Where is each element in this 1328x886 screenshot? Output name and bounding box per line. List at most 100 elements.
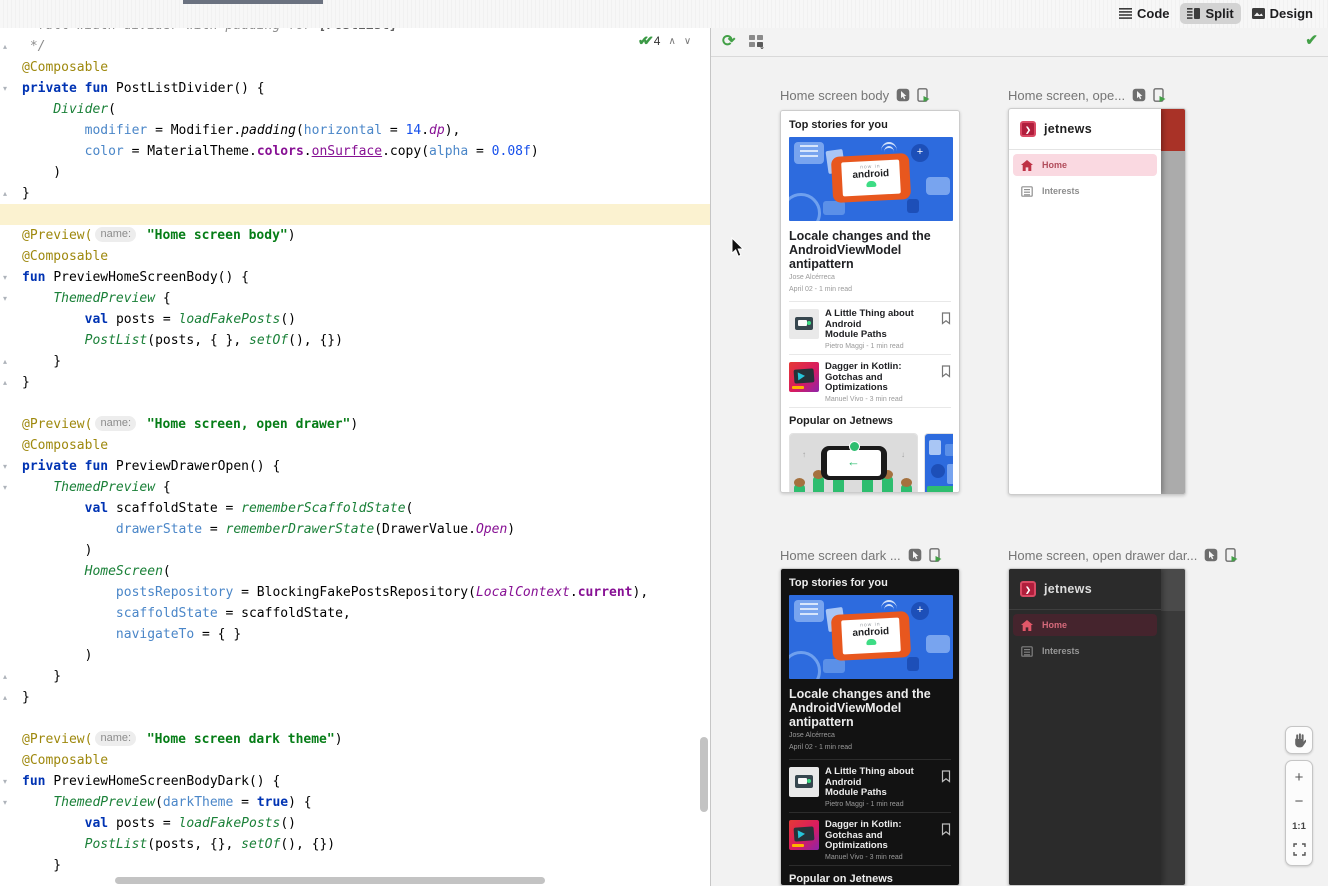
code-line[interactable]: } xyxy=(0,372,710,393)
fold-marker-collapse[interactable]: ▴ xyxy=(3,379,7,387)
code-line[interactable]: modifier = Modifier.padding(horizontal =… xyxy=(0,120,710,141)
fold-marker-expand[interactable]: ▾ xyxy=(3,85,7,93)
interactive-preview-icon[interactable] xyxy=(908,548,922,562)
code-line[interactable]: * full-width divider with padding for [P… xyxy=(0,28,710,36)
code-line[interactable]: val posts = loadFakePosts() xyxy=(0,309,710,330)
fold-marker-expand[interactable]: ▾ xyxy=(3,295,7,303)
fold-marker-expand[interactable]: ▾ xyxy=(3,484,7,492)
code-line[interactable]: @Preview(name: "Home screen body") xyxy=(0,225,710,246)
fold-marker-collapse[interactable]: ▴ xyxy=(3,673,7,681)
fold-marker-expand[interactable]: ▾ xyxy=(3,463,7,471)
code-line[interactable]: navigateTo = { } xyxy=(0,624,710,645)
code-line[interactable]: drawerState = rememberDrawerState(Drawer… xyxy=(0,519,710,540)
fold-marker-collapse[interactable]: ▴ xyxy=(3,694,7,702)
code-line[interactable]: scaffoldState = scaffoldState, xyxy=(0,603,710,624)
run-preview-on-device-icon[interactable] xyxy=(1153,88,1166,102)
code-line[interactable]: postsRepository = BlockingFakePostsRepos… xyxy=(0,582,710,603)
interactive-preview-icon[interactable] xyxy=(896,88,910,102)
preview-card-open-drawer-dark[interactable]: ❯jetnewsHomeInterests xyxy=(1008,568,1186,886)
code-line[interactable]: ) xyxy=(0,540,710,561)
code-lines[interactable]: * full-width divider with padding for [P… xyxy=(0,28,710,876)
drawer-item-home[interactable]: Home xyxy=(1013,614,1157,636)
code-line[interactable]: @Preview(name: "Home screen dark theme") xyxy=(0,729,710,750)
code-line[interactable]: @Composable xyxy=(0,435,710,456)
drawer-item-home[interactable]: Home xyxy=(1013,154,1157,176)
prev-problem-button[interactable]: ∧ xyxy=(668,36,675,47)
code-line[interactable]: ) xyxy=(0,162,710,183)
code-line[interactable]: ThemedPreview { xyxy=(0,477,710,498)
code-line[interactable]: private fun PostListDivider() { xyxy=(0,78,710,99)
code-line[interactable]: PostList(posts, { }, setOf(), {}) xyxy=(0,330,710,351)
preview-label-open-drawer-dark[interactable]: Home screen, open drawer dar... xyxy=(1008,546,1238,564)
code-line[interactable]: } xyxy=(0,351,710,372)
split-mode-button[interactable]: Split xyxy=(1180,3,1240,24)
code-line[interactable]: val posts = loadFakePosts() xyxy=(0,813,710,834)
run-preview-on-device-icon[interactable] xyxy=(1225,548,1238,562)
code-line[interactable]: @Composable xyxy=(0,246,710,267)
zoom-in-button[interactable]: + xyxy=(1295,770,1304,785)
preview-label-home-screen-body[interactable]: Home screen body xyxy=(780,86,930,104)
run-preview-on-device-icon[interactable] xyxy=(917,88,930,102)
code-line[interactable] xyxy=(0,204,710,225)
code-line[interactable]: ThemedPreview { xyxy=(0,288,710,309)
pan-tool-button[interactable] xyxy=(1285,726,1313,754)
code-line[interactable]: } xyxy=(0,855,710,876)
code-line[interactable] xyxy=(0,708,710,729)
code-line[interactable]: } xyxy=(0,183,710,204)
fold-marker-expand[interactable]: ▾ xyxy=(3,778,7,786)
hero-post-title[interactable]: Locale changes and theAndroidViewModel a… xyxy=(789,687,951,729)
code-line[interactable]: ) xyxy=(0,645,710,666)
bookmark-icon[interactable] xyxy=(941,312,951,325)
code-line[interactable]: } xyxy=(0,687,710,708)
zoom-out-button[interactable]: − xyxy=(1295,794,1304,809)
code-mode-button[interactable]: Code xyxy=(1112,3,1177,24)
code-line[interactable]: private fun PreviewDrawerOpen() { xyxy=(0,456,710,477)
interactive-preview-icon[interactable] xyxy=(1132,88,1146,102)
preview-card-open-drawer[interactable]: ❯jetnewsHomeInterests xyxy=(1008,108,1186,495)
refresh-preview-icon[interactable]: ⟳ xyxy=(722,31,735,51)
code-line[interactable]: fun PreviewHomeScreenBody() { xyxy=(0,267,710,288)
article-row[interactable]: A Little Thing about AndroidModule Paths… xyxy=(789,309,951,347)
editor-vertical-scrollbar[interactable] xyxy=(700,737,708,812)
run-preview-on-device-icon[interactable] xyxy=(929,548,942,562)
code-line[interactable]: @Preview(name: "Home screen, open drawer… xyxy=(0,414,710,435)
article-row[interactable]: Dagger in Kotlin: Gotchas andOptimizatio… xyxy=(789,362,951,400)
code-line[interactable]: color = MaterialTheme.colors.onSurface.c… xyxy=(0,141,710,162)
editor-horizontal-scrollbar[interactable] xyxy=(115,877,545,884)
preview-card-home-screen-dark[interactable]: Top stories for you+now inandroidLocale … xyxy=(780,568,960,886)
preview-label-home-screen-open-drawer[interactable]: Home screen, ope... xyxy=(1008,86,1166,104)
popular-card[interactable]: ←↑↓From JavaProgramming Langua...Florina… xyxy=(789,433,918,493)
zoom-one-to-one-button[interactable]: 1:1 xyxy=(1292,819,1306,834)
zoom-to-fit-button[interactable] xyxy=(1293,843,1306,856)
preview-layout-icon[interactable] xyxy=(749,35,765,54)
hero-post-title[interactable]: Locale changes and theAndroidViewModel a… xyxy=(789,229,951,271)
code-line[interactable]: HomeScreen( xyxy=(0,561,710,582)
code-line[interactable]: val scaffoldState = rememberScaffoldStat… xyxy=(0,498,710,519)
code-line[interactable]: fun PreviewHomeScreenBodyDark() { xyxy=(0,771,710,792)
fold-marker-collapse[interactable]: ▴ xyxy=(3,190,7,198)
fold-marker-collapse[interactable]: ▴ xyxy=(3,358,7,366)
code-line[interactable]: } xyxy=(0,666,710,687)
code-line[interactable]: PostList(posts, {}, setOf(), {}) xyxy=(0,834,710,855)
next-problem-button[interactable]: ∨ xyxy=(684,36,691,47)
code-line[interactable]: ThemedPreview(darkTheme = true) { xyxy=(0,792,710,813)
code-editor[interactable]: * full-width divider with padding for [P… xyxy=(0,28,710,886)
interactive-preview-icon[interactable] xyxy=(1204,548,1218,562)
code-line[interactable]: @Composable xyxy=(0,750,710,771)
code-line[interactable]: @Composable xyxy=(0,57,710,78)
fold-marker-collapse[interactable]: ▴ xyxy=(3,43,7,51)
bookmark-icon[interactable] xyxy=(941,365,951,378)
preview-label-home-screen-dark[interactable]: Home screen dark ... xyxy=(780,546,942,564)
drawer-item-interests[interactable]: Interests xyxy=(1013,640,1157,662)
article-row[interactable]: A Little Thing about AndroidModule Paths… xyxy=(789,767,951,805)
fold-marker-expand[interactable]: ▾ xyxy=(3,274,7,282)
code-line[interactable] xyxy=(0,393,710,414)
preview-card-home-screen-body[interactable]: Top stories for you+now inandroidLocale … xyxy=(780,110,960,493)
fold-marker-expand[interactable]: ▾ xyxy=(3,799,7,807)
drawer-item-interests[interactable]: Interests xyxy=(1013,180,1157,202)
bookmark-icon[interactable] xyxy=(941,770,951,783)
popular-card-clipped[interactable]: Locale changes and theAndroidViewModel a… xyxy=(924,433,953,493)
code-line[interactable]: */ xyxy=(0,36,710,57)
article-row[interactable]: Dagger in Kotlin: Gotchas andOptimizatio… xyxy=(789,820,951,858)
design-mode-button[interactable]: Design xyxy=(1245,3,1320,24)
